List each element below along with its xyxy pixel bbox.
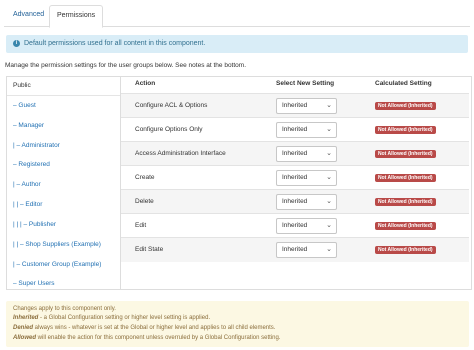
note-term: Inherited — [13, 315, 39, 321]
column-header-select-setting: Select New Setting — [276, 80, 335, 87]
info-icon: i — [13, 39, 20, 47]
chevron-down-icon: ⌄ — [326, 174, 332, 181]
setting-select[interactable]: Inherited ⌄ — [276, 146, 337, 162]
note-term: Denied — [13, 325, 34, 331]
permission-row: Create Inherited ⌄ Not Allowed (Inherited… — [121, 165, 469, 190]
setting-select[interactable]: Inherited ⌄ — [276, 194, 337, 210]
setting-value: Inherited — [282, 126, 308, 133]
setting-value: Inherited — [282, 222, 308, 229]
note-text: will enable the action for this componen… — [36, 335, 281, 341]
tab-permissions[interactable]: Permissions — [49, 5, 104, 28]
calculated-badge: Not Allowed (Inherited) — [375, 174, 436, 182]
action-label: Delete — [135, 198, 154, 205]
action-label: Access Administration Interface — [135, 150, 226, 157]
chevron-down-icon: ⌄ — [326, 126, 332, 133]
setting-select[interactable]: Inherited ⌄ — [276, 98, 337, 114]
tab-bar: Advanced Permissions — [4, 5, 470, 28]
group-divider — [7, 95, 121, 96]
user-groups-list: Public – Guest – Manager | – Administrat… — [6, 76, 121, 290]
permission-row: Configure Options Only Inherited ⌄ Not Al… — [121, 117, 469, 142]
calculated-badge: Not Allowed (Inherited) — [375, 126, 436, 134]
note-line: Inherited - a Global Configuration setti… — [13, 315, 210, 321]
chevron-down-icon: ⌄ — [326, 102, 332, 109]
group-item-author[interactable]: | – Author — [13, 181, 41, 188]
group-item-guest[interactable]: – Guest — [13, 102, 36, 109]
calculated-badge: Not Allowed (Inherited) — [375, 198, 436, 206]
action-label: Edit State — [135, 246, 164, 253]
permission-row: Edit Inherited ⌄ Not Allowed (Inherited) — [121, 213, 469, 238]
group-item-super-users[interactable]: – Super Users — [13, 280, 55, 287]
note-line: Denied always wins - whatever is set at … — [13, 325, 275, 331]
note-text: - a Global Configuration setting or high… — [38, 315, 211, 321]
action-label: Edit — [135, 222, 147, 229]
chevron-down-icon: ⌄ — [326, 150, 332, 157]
permission-row: Delete Inherited ⌄ Not Allowed (Inherited… — [121, 189, 469, 214]
info-text: Default permissions used for all content… — [24, 40, 206, 47]
permission-row: Configure ACL & Options Inherited ⌄ Not A… — [121, 93, 469, 118]
action-label: Configure ACL & Options — [135, 102, 208, 109]
setting-select[interactable]: Inherited ⌄ — [276, 242, 337, 258]
setting-select[interactable]: Inherited ⌄ — [276, 122, 337, 138]
group-item-customer-group[interactable]: | – Customer Group (Example) — [13, 261, 101, 268]
group-item-editor[interactable]: | | – Editor — [13, 201, 42, 208]
group-item-administrator[interactable]: | – Administrator — [13, 142, 60, 149]
permission-row: Access Administration Interface Inherite… — [121, 141, 469, 166]
group-item-manager[interactable]: – Manager — [13, 122, 44, 129]
action-label: Create — [135, 174, 155, 181]
calculated-badge: Not Allowed (Inherited) — [375, 150, 436, 158]
setting-select[interactable]: Inherited ⌄ — [276, 170, 337, 186]
setting-value: Inherited — [282, 246, 308, 253]
notes-box: Changes apply to this component only. In… — [6, 301, 469, 347]
note-text: always wins - whatever is set at the Glo… — [33, 325, 276, 331]
note-line: Changes apply to this component only. — [13, 306, 116, 312]
group-item-public[interactable]: Public — [13, 82, 31, 89]
setting-select[interactable]: Inherited ⌄ — [276, 218, 337, 234]
action-label: Configure Options Only — [135, 126, 203, 133]
permission-row: Edit State Inherited ⌄ Not Allowed (Inher… — [121, 237, 469, 262]
group-item-registered[interactable]: – Registered — [13, 161, 50, 168]
note-term: Allowed — [13, 335, 37, 341]
chevron-down-icon: ⌄ — [326, 246, 332, 253]
calculated-badge: Not Allowed (Inherited) — [375, 222, 436, 230]
info-alert: i Default permissions used for all conten… — [6, 35, 468, 53]
calculated-badge: Not Allowed (Inherited) — [375, 246, 436, 254]
setting-value: Inherited — [282, 150, 308, 157]
calculated-badge: Not Allowed (Inherited) — [375, 102, 436, 110]
chevron-down-icon: ⌄ — [326, 198, 332, 205]
manage-instructions: Manage the permission settings for the u… — [5, 62, 247, 69]
column-header-action: Action — [135, 80, 156, 87]
setting-value: Inherited — [282, 198, 308, 205]
tab-advanced[interactable]: Advanced — [6, 5, 51, 25]
column-header-calculated-setting: Calculated Setting — [375, 80, 432, 87]
setting-value: Inherited — [282, 102, 308, 109]
chevron-down-icon: ⌄ — [326, 222, 332, 229]
setting-value: Inherited — [282, 174, 308, 181]
group-item-shop-suppliers[interactable]: | | – Shop Suppliers (Example) — [13, 241, 101, 248]
note-line: Allowed will enable the action for this … — [13, 335, 281, 341]
group-item-publisher[interactable]: | | | – Publisher — [13, 221, 56, 228]
